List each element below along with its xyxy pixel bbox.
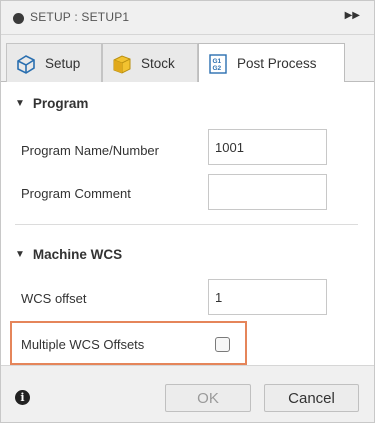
tab-setup-label: Setup — [45, 56, 81, 71]
setup-dialog: SETUP : SETUP1 ▶▶ Setup Stock G1 G2 Post… — [0, 0, 375, 423]
machine-wcs-group-label: Machine WCS — [32, 247, 123, 262]
multiple-wcs-label: Multiple WCS Offsets — [21, 337, 145, 352]
svg-text:G1: G1 — [213, 58, 222, 65]
multiple-wcs-checkbox[interactable] — [215, 337, 230, 352]
setup-icon — [17, 54, 35, 74]
collapse-caret-icon: ▼ — [15, 249, 25, 260]
wcs-offset-input[interactable] — [208, 279, 327, 315]
title-bar[interactable]: SETUP : SETUP1 ▶▶ — [1, 1, 374, 35]
group-divider — [15, 224, 358, 225]
info-icon[interactable]: i — [15, 390, 30, 405]
tab-stock[interactable]: Stock — [102, 43, 198, 83]
tab-setup[interactable]: Setup — [6, 43, 102, 83]
program-comment-label: Program Comment — [21, 186, 131, 201]
svg-text:G2: G2 — [213, 65, 222, 72]
program-group-header[interactable]: ▼ Program — [15, 96, 88, 111]
tab-bar: Setup Stock G1 G2 Post Process — [1, 35, 374, 83]
ok-button[interactable]: OK — [165, 384, 251, 412]
dialog-title: SETUP : SETUP1 — [30, 10, 130, 24]
expand-icon[interactable]: ▶▶ — [345, 10, 360, 21]
tab-stock-label: Stock — [141, 56, 175, 71]
tab-post-process[interactable]: G1 G2 Post Process — [198, 43, 345, 83]
wcs-offset-label: WCS offset — [21, 291, 87, 306]
post-process-icon: G1 G2 — [209, 53, 227, 74]
cancel-button[interactable]: Cancel — [264, 384, 359, 412]
program-comment-input[interactable] — [208, 174, 327, 210]
collapse-caret-icon: ▼ — [15, 98, 25, 109]
tab-content: ▼ Program Program Name/Number Program Co… — [1, 82, 374, 365]
tab-post-process-label: Post Process — [237, 56, 317, 71]
program-name-label: Program Name/Number — [21, 143, 159, 158]
machine-wcs-group-header[interactable]: ▼ Machine WCS — [15, 247, 122, 262]
program-name-input[interactable] — [208, 129, 327, 165]
dialog-icon — [13, 13, 24, 24]
dialog-footer: i OK Cancel — [1, 365, 374, 422]
stock-icon — [113, 54, 131, 74]
program-group-label: Program — [32, 96, 89, 111]
